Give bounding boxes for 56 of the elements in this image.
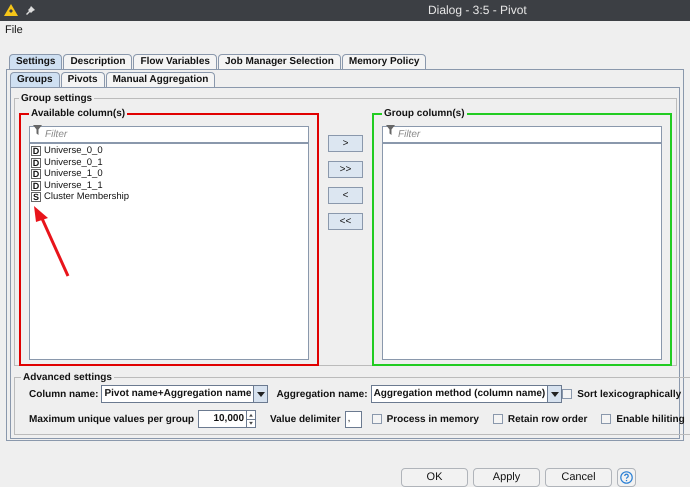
tab[interactable]: Flow Variables — [133, 54, 217, 70]
logo-icon — [4, 4, 18, 16]
type-icon: D — [31, 169, 41, 180]
help-icon — [620, 470, 633, 484]
checkbox[interactable]: Sort lexicographically — [562, 386, 682, 402]
filter-field[interactable]: Filter — [382, 126, 662, 144]
column-item[interactable]: D Universe_1_1 — [31, 180, 307, 192]
column-name-label: Column name: — [29, 388, 98, 402]
filter-icon — [386, 125, 395, 136]
annotation-arrow — [32, 206, 72, 278]
spin-down-icon[interactable] — [247, 418, 256, 428]
column-item[interactable]: D Universe_1_0 — [31, 168, 307, 180]
dropdown[interactable]: Pivot name+Aggregation name — [101, 385, 268, 404]
type-icon: S — [31, 192, 41, 202]
checkbox[interactable]: Retain row order — [492, 412, 588, 427]
pin-icon[interactable] — [26, 6, 35, 15]
column-item[interactable]: S Cluster Membership — [31, 191, 307, 203]
dialog-button[interactable]: Apply — [473, 468, 540, 487]
checkbox[interactable]: Enable hiliting — [601, 412, 685, 427]
dropdown-arrow-icon — [256, 392, 265, 397]
available-columns-title: Available column(s) — [30, 107, 126, 122]
type-icon: D — [31, 158, 41, 168]
tab[interactable]: Groups — [10, 72, 60, 88]
type-icon: D — [31, 180, 41, 191]
filter-field[interactable]: Filter — [29, 126, 309, 144]
move-button[interactable]: > — [328, 135, 363, 152]
checkbox[interactable]: Process in memory — [372, 412, 479, 427]
aggregation-name-label: Aggregation name: — [276, 388, 368, 402]
spinner-field[interactable]: 10,000 — [198, 410, 256, 428]
dropdown[interactable]: Aggregation method (column name) — [370, 385, 562, 404]
filter-icon — [33, 125, 42, 136]
tab[interactable]: Job Manager Selection — [218, 54, 341, 70]
group-columns-title: Group column(s) — [383, 107, 466, 122]
move-button[interactable]: >> — [328, 161, 363, 178]
tab[interactable]: Memory Policy — [342, 54, 426, 70]
tab[interactable]: Pivots — [60, 72, 105, 88]
tab[interactable]: Manual Aggregation — [106, 72, 216, 88]
advanced-settings-title: Advanced settings — [22, 371, 113, 386]
delimiter-field[interactable]: , — [344, 410, 362, 428]
delimiter-label: Value delimiter — [270, 412, 341, 427]
window-title: Dialog - 3:5 - Pivot — [428, 2, 527, 20]
group-settings-title: Group settings — [20, 92, 94, 106]
dialog-button[interactable]: Cancel — [545, 468, 612, 487]
tab[interactable]: Description — [63, 54, 132, 70]
max-values-label: Maximum unique values per group — [29, 412, 194, 427]
column-item[interactable]: D Universe_0_1 — [31, 156, 307, 168]
dropdown-arrow-icon — [550, 392, 559, 397]
move-button[interactable]: << — [328, 213, 363, 230]
move-button[interactable]: < — [328, 187, 363, 204]
spin-up-icon[interactable] — [247, 411, 256, 419]
dialog-button[interactable]: OK — [401, 468, 468, 487]
help-button[interactable] — [617, 468, 636, 487]
column-item[interactable]: D Universe_0_0 — [31, 145, 307, 157]
menu-item[interactable]: File — [5, 22, 23, 39]
type-icon: D — [31, 146, 41, 156]
tab[interactable]: Settings — [9, 54, 62, 70]
